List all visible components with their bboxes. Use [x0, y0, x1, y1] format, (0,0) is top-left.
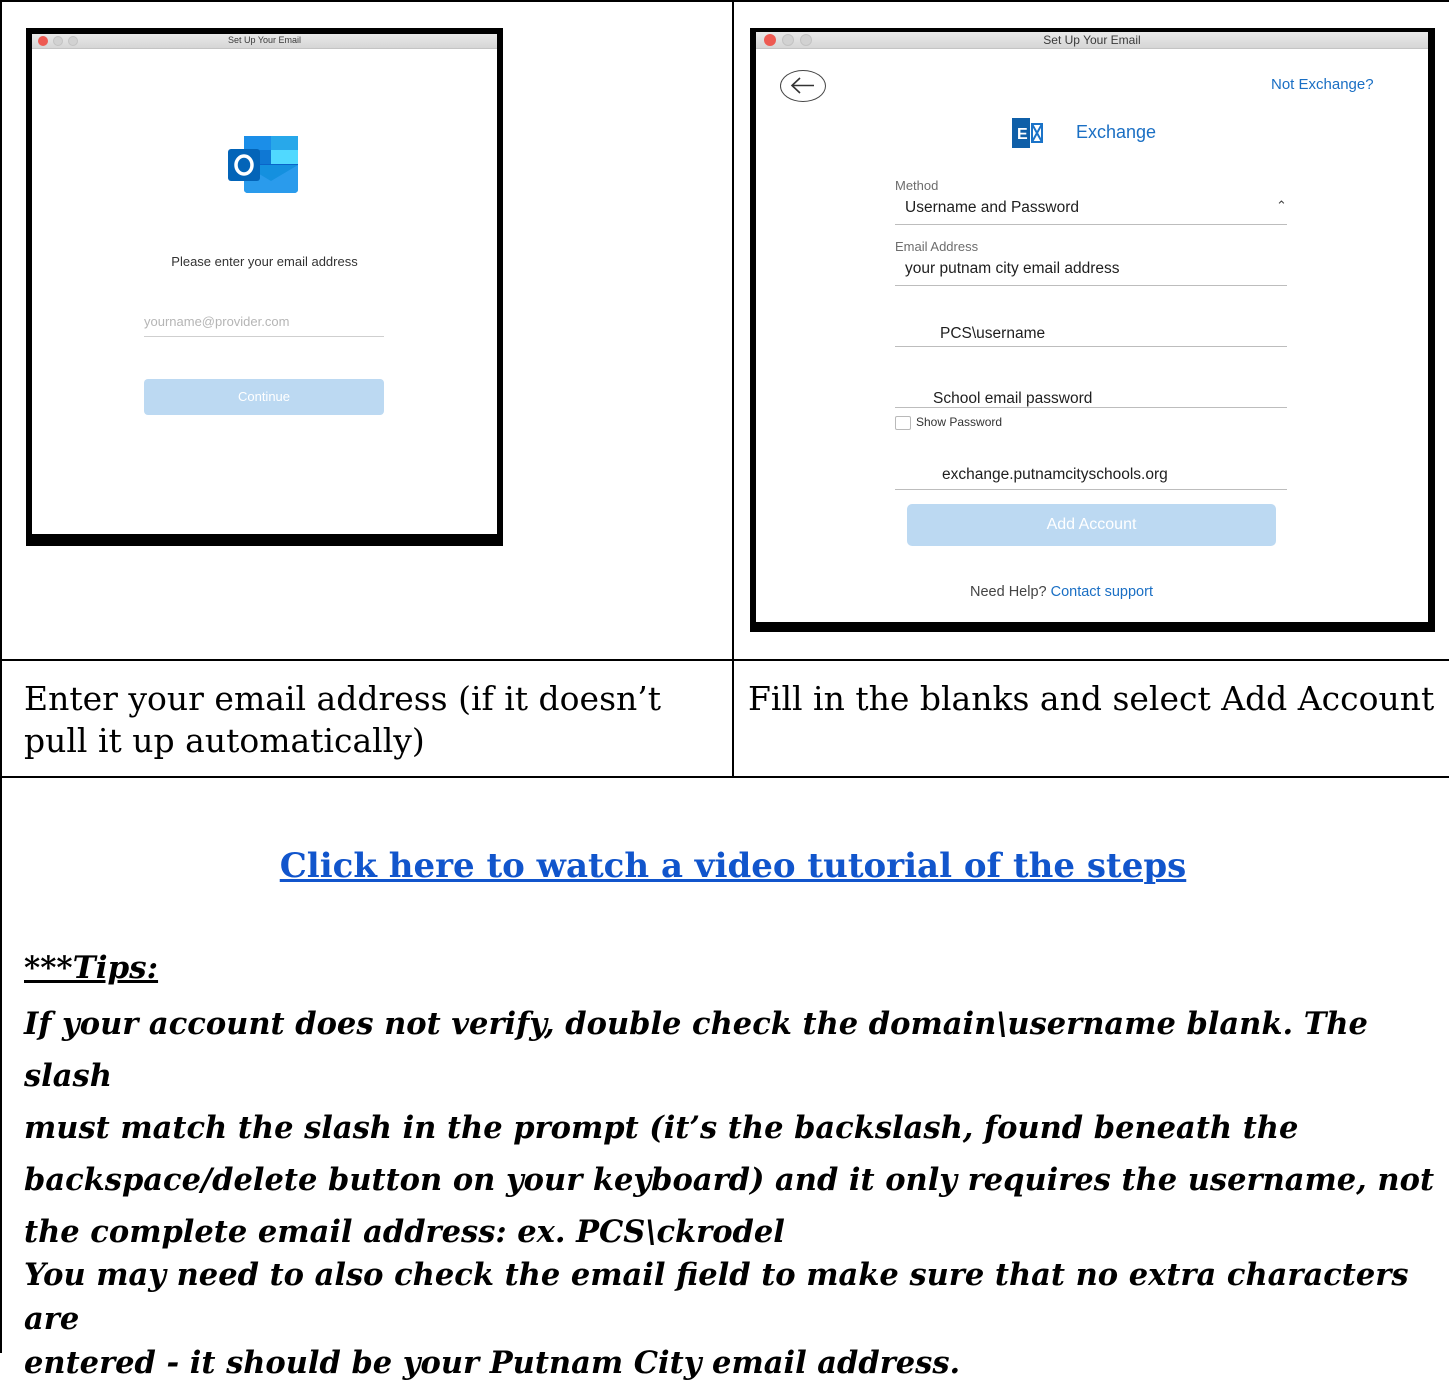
email-prompt: Please enter your email address	[171, 254, 358, 269]
show-password-checkbox[interactable]	[895, 416, 911, 430]
left-caption: Enter your email address (if it doesn’t …	[24, 678, 724, 762]
table-left-border	[0, 0, 2, 1353]
left-caption-line-2: pull it up automatically)	[24, 721, 425, 760]
add-account-button[interactable]: Add Account	[907, 504, 1276, 546]
table-row-divider-1	[0, 659, 1449, 661]
right-screenshot-frame: Set Up Your Email Not Exchange? E Exchan…	[750, 28, 1435, 632]
left-caption-line-1: Enter your email address (if it doesn’t	[24, 679, 662, 718]
outlook-setup-window: Set Up Your Email Please enter your emai…	[32, 34, 497, 534]
table-row-divider-2	[0, 776, 1449, 778]
continue-button[interactable]: Continue	[144, 379, 384, 415]
help-text: Need Help?	[970, 584, 1047, 600]
left-screenshot-frame: Set Up Your Email Please enter your emai…	[26, 28, 503, 546]
window-title: Set Up Your Email	[227, 35, 302, 45]
tips-paragraph-1: If your account does not verify, double …	[24, 998, 1444, 1258]
email-field[interactable]: your putnam city email address	[905, 260, 1120, 278]
table-column-divider	[732, 0, 734, 778]
password-field[interactable]: School email password	[933, 390, 1092, 408]
exchange-icon: E	[1012, 118, 1044, 148]
arrow-left-icon	[790, 77, 814, 94]
username-field[interactable]: PCS\username	[940, 325, 1045, 343]
method-select[interactable]: Username and Password	[905, 199, 1079, 217]
right-caption: Fill in the blanks and select Add Accoun…	[748, 679, 1435, 718]
not-exchange-link[interactable]: Not Exchange?	[1271, 76, 1374, 93]
exchange-setup-window: Set Up Your Email Not Exchange? E Exchan…	[756, 32, 1428, 622]
video-tutorial-link[interactable]: Click here to watch a video tutorial of …	[0, 846, 1449, 886]
tips-line: backspace/delete button on your keyboard…	[24, 1162, 1435, 1198]
tips-line: You may need to also check the email fie…	[24, 1257, 1409, 1337]
tips-paragraph-2: You may need to also check the email fie…	[24, 1253, 1444, 1385]
window-title: Set Up Your Email	[1043, 33, 1141, 47]
back-button[interactable]	[780, 70, 826, 102]
tips-heading: ***Tips:	[24, 950, 159, 986]
window-titlebar: Set Up Your Email	[32, 34, 497, 49]
tips-line: must match the slash in the prompt (it’s…	[24, 1110, 1299, 1146]
window-titlebar: Set Up Your Email	[756, 32, 1428, 49]
method-underline	[895, 224, 1287, 225]
svg-text:E: E	[1017, 126, 1028, 143]
chevron-updown-icon: ⌃	[1276, 198, 1287, 213]
tips-line: the complete email address: ex. PCS\ckro…	[24, 1214, 785, 1250]
username-underline	[895, 346, 1287, 347]
help-row: Need Help? Contact support	[970, 584, 1153, 600]
email-label: Email Address	[895, 239, 979, 254]
server-underline	[895, 489, 1287, 490]
show-password-label: Show Password	[916, 415, 1003, 429]
email-underline	[895, 285, 1287, 286]
method-label: Method	[895, 178, 939, 193]
tips-line: entered - it should be your Putnam City …	[24, 1345, 961, 1381]
tips-line: If your account does not verify, double …	[24, 1006, 1368, 1094]
provider-label: Exchange	[1076, 122, 1157, 142]
table-top-border	[0, 0, 1449, 2]
contact-support-link[interactable]: Contact support	[1051, 584, 1153, 600]
email-input[interactable]: yourname@provider.com	[144, 314, 384, 337]
outlook-icon	[228, 136, 298, 193]
server-field[interactable]: exchange.putnamcityschools.org	[942, 466, 1168, 484]
password-underline	[895, 407, 1287, 408]
